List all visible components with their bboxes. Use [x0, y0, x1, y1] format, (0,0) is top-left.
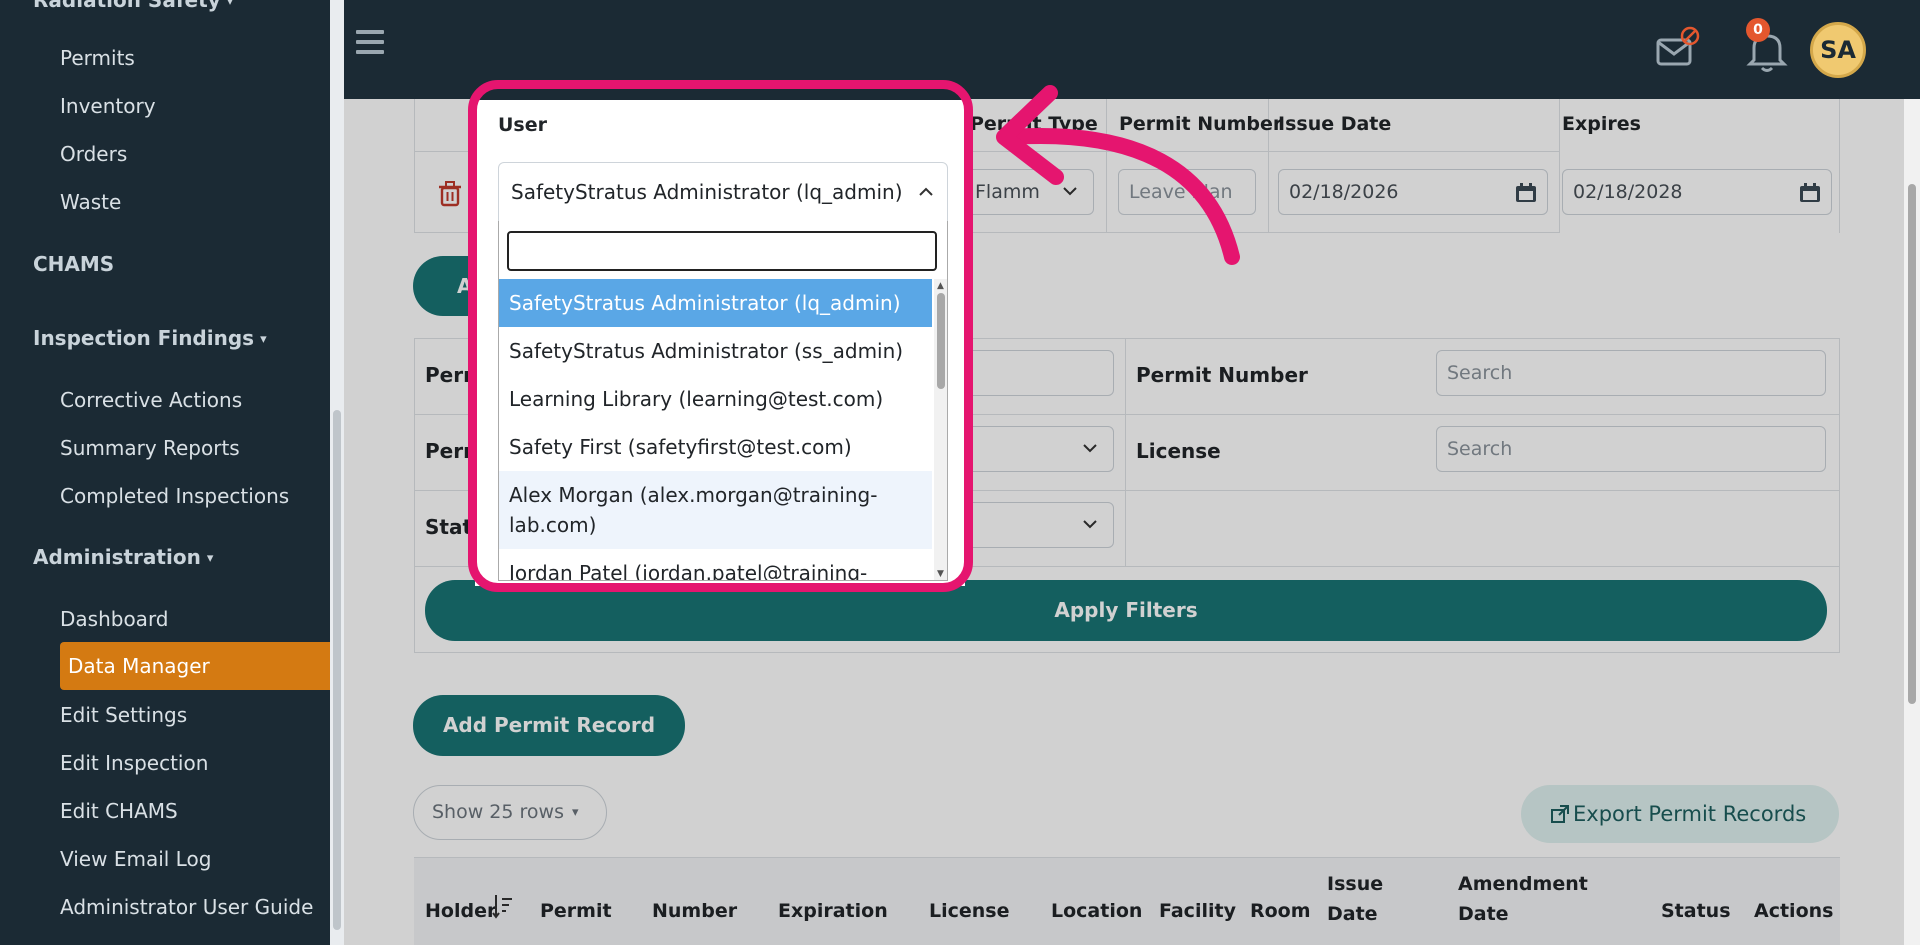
sidebar-item-admin-user-guide[interactable]: Administrator User Guide — [60, 895, 313, 919]
scroll-up-arrow-icon[interactable]: ▲ — [937, 281, 944, 291]
scroll-down-arrow-icon[interactable]: ▼ — [937, 569, 944, 579]
calendar-icon[interactable] — [1799, 183, 1821, 203]
page-scrollbar[interactable] — [1904, 99, 1920, 945]
permit-number-input[interactable]: Leave blan — [1118, 169, 1256, 215]
sidebar-item-orders[interactable]: Orders — [60, 142, 127, 166]
column-license[interactable]: License — [929, 900, 1010, 922]
column-status[interactable]: Status — [1661, 900, 1731, 922]
header-issue-date: Issue Date — [1278, 113, 1392, 135]
header-permit-type: Permit Type — [970, 113, 1098, 135]
caret-down-icon: ▾ — [571, 805, 579, 820]
user-options-list: SafetyStratus Administrator (lq_admin) S… — [499, 279, 932, 580]
sidebar-section-radiation-safety[interactable]: Radiation Safety ▾ — [33, 0, 233, 12]
rows-per-page-select[interactable]: Show 25 rows ▾ — [413, 785, 607, 840]
sidebar-item-corrective-actions[interactable]: Corrective Actions — [60, 388, 242, 412]
column-issue-date[interactable]: Issue Date — [1327, 869, 1397, 929]
column-expiration[interactable]: Expiration — [778, 900, 888, 922]
trash-icon[interactable] — [438, 181, 462, 207]
user-option[interactable]: Alex Morgan (alex.morgan@training-lab.co… — [499, 471, 932, 549]
dropdown-scrollbar[interactable]: ▲ ▼ — [934, 279, 947, 580]
sidebar-section-administration[interactable]: Administration ▾ — [33, 545, 213, 569]
column-facility[interactable]: Facility — [1159, 900, 1236, 922]
column-permit[interactable]: Permit — [540, 900, 612, 922]
sidebar-item-waste[interactable]: Waste — [60, 190, 121, 214]
sidebar-scrollbar-thumb[interactable] — [333, 410, 341, 930]
user-option[interactable]: SafetyStratus Administrator (lq_admin) — [499, 279, 932, 327]
sidebar-item-inventory[interactable]: Inventory — [60, 94, 156, 118]
top-bar: 0 SA — [344, 0, 1920, 99]
filter-license-label: License — [1136, 439, 1221, 463]
filter-permit-number-input[interactable]: Search — [1436, 350, 1826, 396]
sidebar-item-completed-inspections[interactable]: Completed Inspections — [60, 484, 289, 508]
user-dropdown-panel: SafetyStratus Administrator (lq_admin) S… — [498, 221, 948, 581]
sidebar-item-permits[interactable]: Permits — [60, 46, 135, 70]
filter-license-input[interactable]: Search — [1436, 426, 1826, 472]
permit-type-select[interactable]: Flamm — [964, 169, 1094, 215]
filter-permit-number-label: Permit Number — [1136, 363, 1308, 387]
sidebar-item-edit-chams[interactable]: Edit CHAMS — [60, 799, 178, 823]
sidebar-section-inspection-findings[interactable]: Inspection Findings ▾ — [33, 326, 267, 350]
column-actions[interactable]: Actions — [1754, 900, 1833, 922]
user-option[interactable]: SafetyStratus Administrator (ss_admin) — [499, 327, 932, 375]
mail-blocked-icon[interactable] — [1654, 26, 1700, 72]
user-option[interactable]: Safety First (safetyfirst@test.com) — [499, 423, 932, 471]
sidebar-item-view-email-log[interactable]: View Email Log — [60, 847, 211, 871]
chevron-down-icon — [1083, 444, 1097, 453]
user-select[interactable]: SafetyStratus Administrator (lq_admin) — [498, 162, 948, 222]
column-holder[interactable]: Holder — [425, 900, 496, 922]
notification-badge: 0 — [1746, 18, 1770, 42]
sidebar-item-dashboard[interactable]: Dashboard — [60, 607, 169, 631]
sidebar-scrollbar[interactable] — [330, 0, 344, 945]
page-scrollbar-thumb[interactable] — [1908, 184, 1916, 704]
user-option[interactable]: Learning Library (learning@test.com) — [499, 375, 932, 423]
user-option[interactable]: Jordan Patel (jordan.patel@training- — [499, 549, 932, 580]
export-permit-records-button[interactable]: Export Permit Records — [1521, 785, 1839, 843]
avatar[interactable]: SA — [1810, 22, 1866, 78]
popup-header-strip — [475, 86, 965, 100]
sort-descending-icon[interactable] — [492, 893, 514, 921]
header-permit-number: Permit Number — [1119, 113, 1283, 135]
dropdown-scrollbar-thumb[interactable] — [937, 293, 945, 389]
chevron-up-icon — [919, 187, 933, 196]
header-expires: Expires — [1562, 113, 1641, 135]
column-amendment-date[interactable]: Amendment Date — [1458, 869, 1598, 929]
calendar-icon[interactable] — [1515, 183, 1537, 203]
expires-date-input[interactable]: 02/18/2028 — [1562, 169, 1832, 215]
column-location[interactable]: Location — [1051, 900, 1142, 922]
issue-date-input[interactable]: 02/18/2026 — [1278, 169, 1548, 215]
menu-icon[interactable] — [356, 30, 384, 54]
sidebar-item-summary-reports[interactable]: Summary Reports — [60, 436, 240, 460]
sidebar-item-edit-inspection[interactable]: Edit Inspection — [60, 751, 208, 775]
column-number[interactable]: Number — [652, 900, 737, 922]
column-room[interactable]: Room — [1250, 900, 1311, 922]
add-permit-record-button[interactable]: Add Permit Record — [413, 695, 685, 756]
sidebar-item-data-manager[interactable]: Data Manager — [60, 642, 330, 690]
user-search-input[interactable] — [507, 231, 937, 271]
sidebar-section-chams[interactable]: CHAMS — [33, 252, 114, 276]
sidebar-item-edit-settings[interactable]: Edit Settings — [60, 703, 187, 727]
chevron-down-icon — [1083, 520, 1097, 529]
user-field-label: User — [498, 114, 547, 136]
sidebar: Radiation Safety ▾ Permits Inventory Orde… — [0, 0, 330, 945]
chevron-down-icon — [1063, 187, 1077, 196]
apply-filters-button[interactable]: Apply Filters — [425, 580, 1827, 641]
external-link-icon — [1551, 805, 1569, 823]
